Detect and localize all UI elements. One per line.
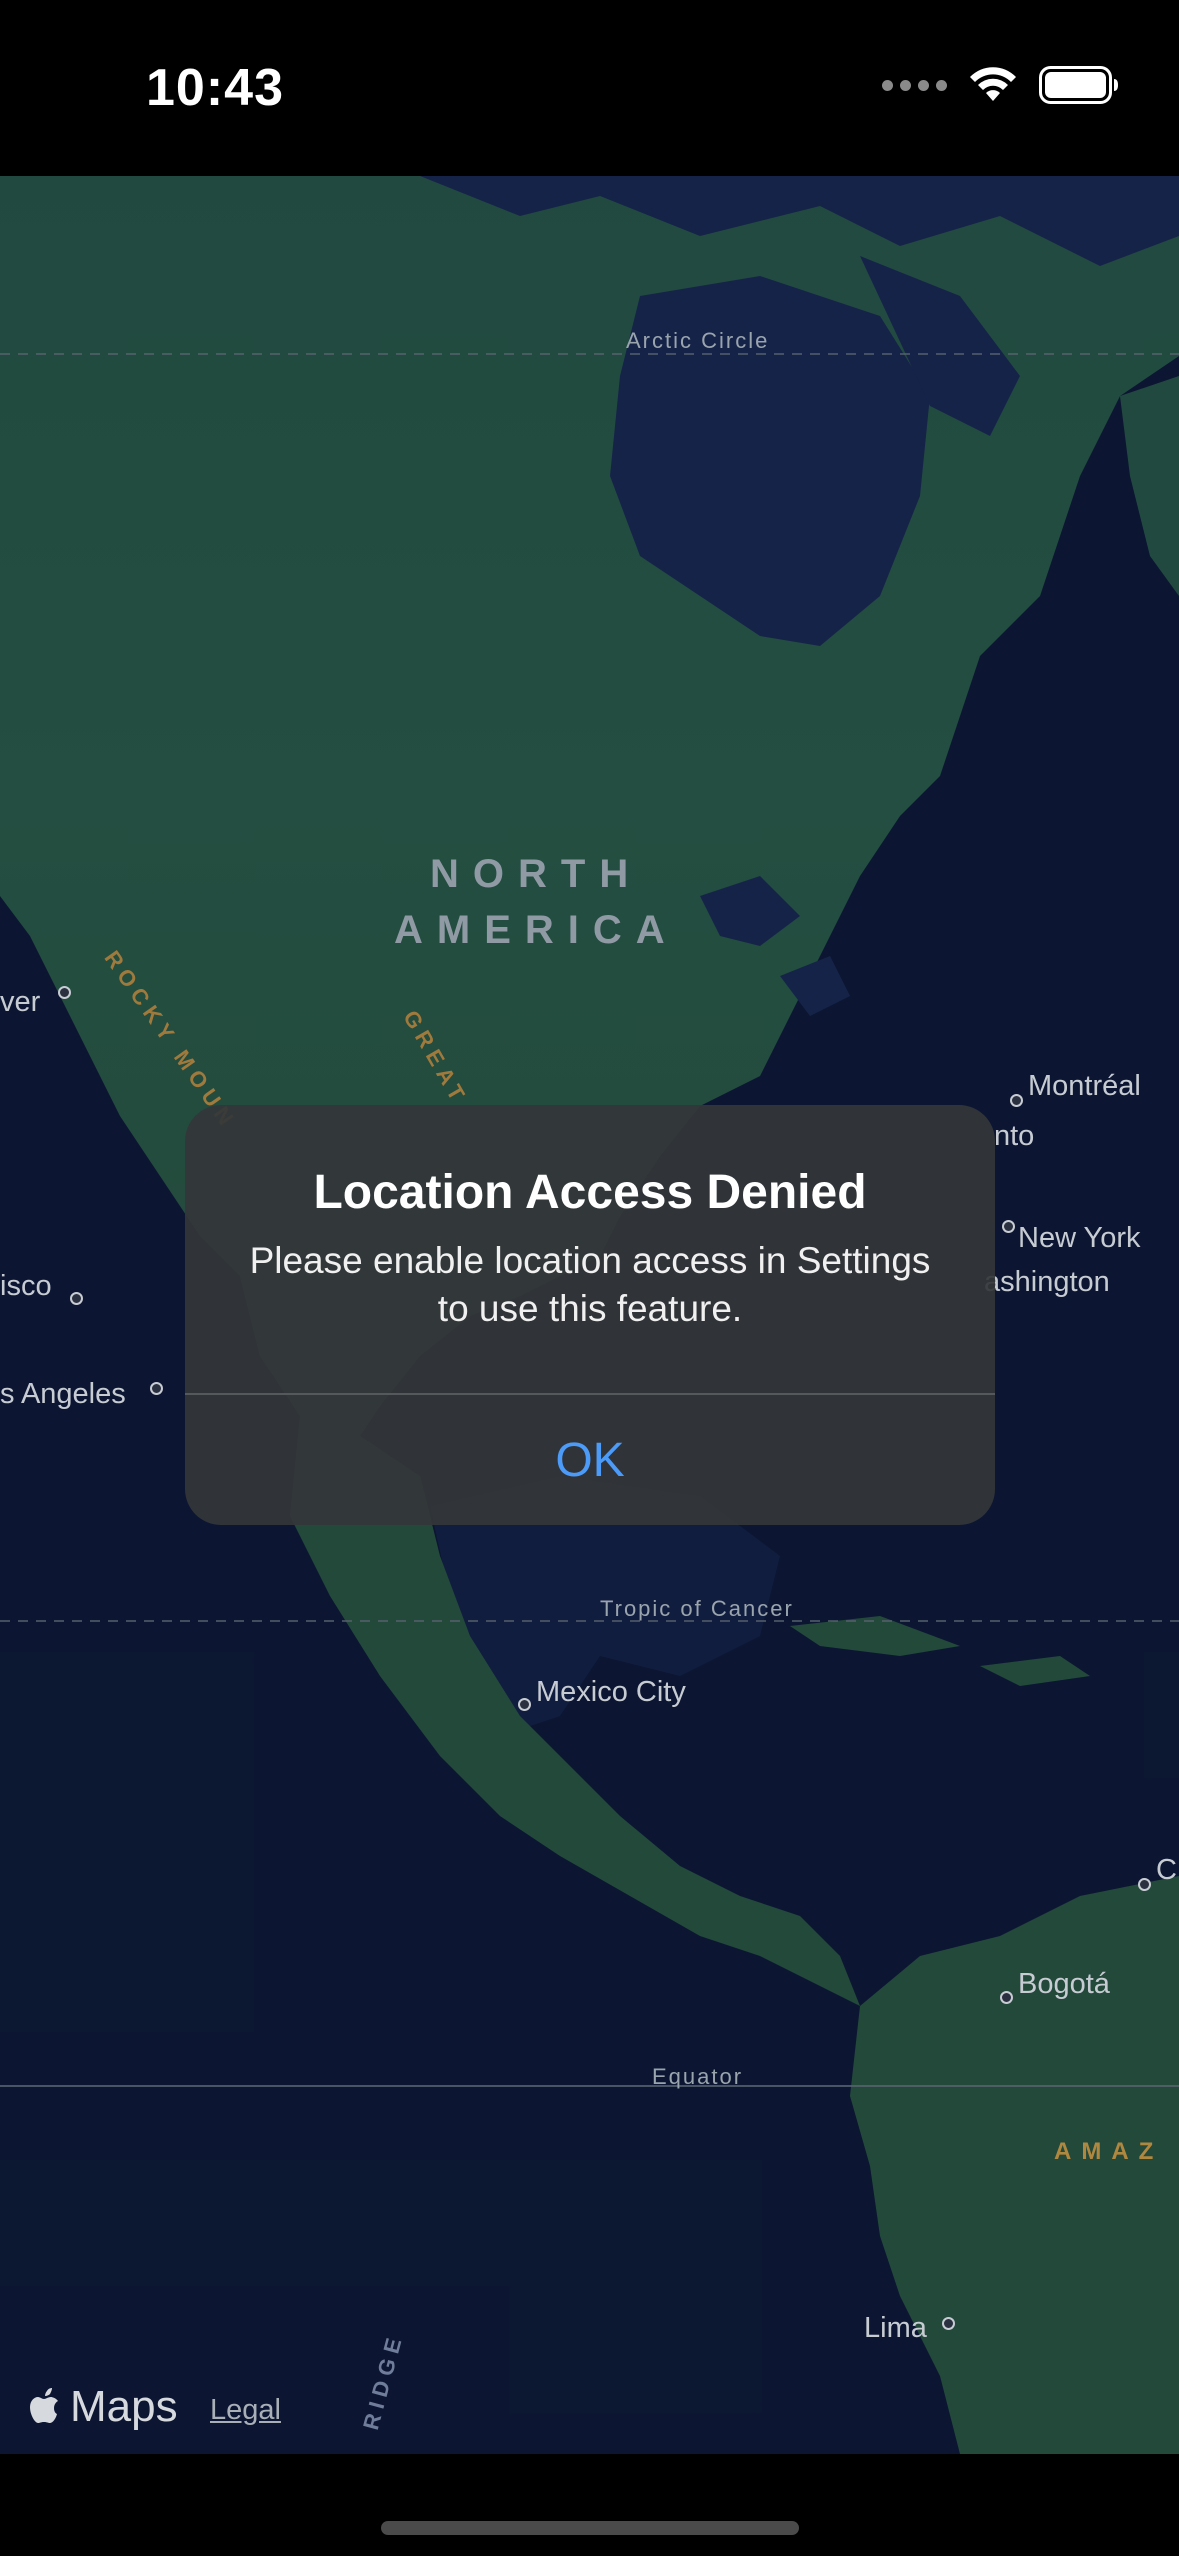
status-time: 10:43	[146, 59, 284, 117]
mexico-city-label: Mexico City	[536, 1676, 686, 1708]
lima-label: Lima	[864, 2312, 927, 2344]
apple-maps-logo: Maps	[30, 2382, 178, 2432]
home-indicator[interactable]	[381, 2521, 799, 2535]
city-dot	[1138, 1878, 1151, 1891]
los-angeles-label: s Angeles	[0, 1378, 126, 1410]
city-dot	[58, 986, 71, 999]
cellular-signal-icon	[882, 79, 947, 91]
montreal-label: Montréal	[1028, 1070, 1141, 1102]
city-dot	[1002, 1220, 1015, 1233]
maps-label: Maps	[70, 2382, 178, 2431]
equator-label: Equator	[652, 2064, 744, 2089]
toronto-label: nto	[994, 1120, 1035, 1152]
north-label: NORTH	[430, 852, 643, 896]
apple-logo-icon	[30, 2388, 58, 2423]
tropic-of-cancer-label: Tropic of Cancer	[600, 1596, 794, 1621]
location-alert-dialog: Location Access Denied Please enable loc…	[185, 1105, 995, 1525]
c-city-label: C	[1156, 1854, 1177, 1886]
bottom-bar	[0, 2454, 1179, 2556]
city-dot	[518, 1698, 531, 1711]
vancouver-label: ver	[0, 986, 41, 1018]
battery-icon	[1039, 66, 1118, 104]
arctic-circle-label: Arctic Circle	[626, 328, 770, 353]
status-icons	[882, 66, 1119, 104]
city-dot	[70, 1292, 83, 1305]
city-dot	[942, 2317, 955, 2330]
bogota-label: Bogotá	[1018, 1968, 1110, 2000]
alert-message: Please enable location access in Setting…	[249, 1240, 931, 1329]
amazon-label: AMAZ	[1054, 2138, 1164, 2165]
city-dot	[150, 1382, 163, 1395]
city-dot	[1000, 1991, 1013, 2004]
america-label: AMERICA	[394, 908, 679, 952]
city-dot	[1010, 1094, 1023, 1107]
ok-button[interactable]: OK	[185, 1395, 995, 1525]
status-bar: 10:43	[0, 0, 1179, 176]
wifi-icon	[970, 67, 1016, 101]
new-york-label: New York	[1018, 1222, 1141, 1254]
washington-label: ashington	[984, 1266, 1110, 1298]
san-francisco-label: isco	[0, 1270, 52, 1302]
alert-title: Location Access Denied	[313, 1166, 867, 1219]
legal-link[interactable]: Legal	[210, 2394, 281, 2427]
